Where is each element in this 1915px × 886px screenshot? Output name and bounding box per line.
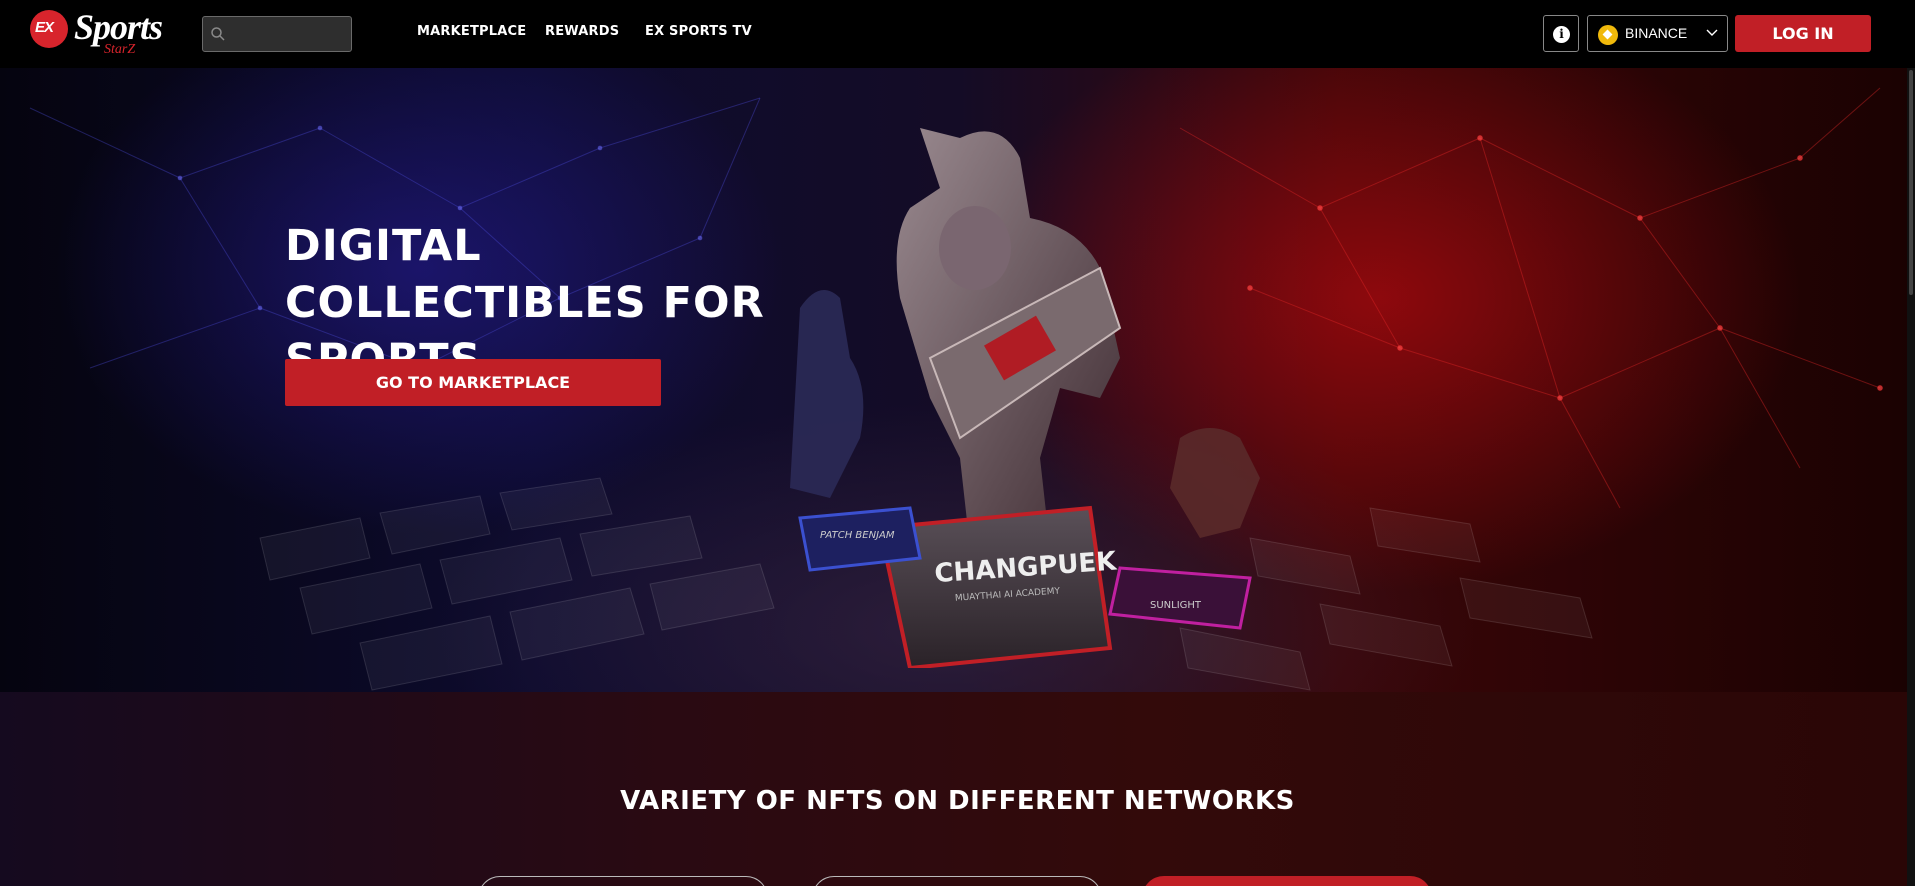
hero-title-line-1: DIGITAL COLLECTIBLES FOR xyxy=(285,221,765,328)
nav-marketplace[interactable]: MARKETPLACE xyxy=(417,24,526,39)
nav-ex-sports-tv[interactable]: EX SPORTS TV xyxy=(645,24,752,39)
search-icon xyxy=(211,27,225,41)
chevron-down-icon xyxy=(1706,29,1718,36)
info-icon: i xyxy=(1553,26,1570,43)
networks-section-title: VARIETY OF NFTS ON DIFFERENT NETWORKS xyxy=(620,786,1295,816)
network-select[interactable]: BINANCE xyxy=(1587,15,1728,52)
hero-banner: CHANGPUEK MUAYTHAI AI ACADEMY PATCH BENJ… xyxy=(0,68,1915,692)
network-tab-2[interactable] xyxy=(812,876,1102,886)
right-card-name: SUNLIGHT xyxy=(1150,600,1202,611)
logo-mark-text: EX xyxy=(35,19,54,36)
logo-mark-icon: EX xyxy=(30,10,68,48)
page-scrollbar-thumb[interactable] xyxy=(1909,70,1913,295)
network-tab-1[interactable] xyxy=(478,876,768,886)
logo-subtitle: StarZ xyxy=(104,42,136,57)
network-tab-3[interactable] xyxy=(1142,876,1432,886)
network-label: BINANCE xyxy=(1625,25,1688,41)
nav-rewards[interactable]: REWARDS xyxy=(545,24,619,39)
logo[interactable]: EX Sports StarZ xyxy=(30,7,180,60)
info-button[interactable]: i xyxy=(1543,15,1579,52)
search-input[interactable] xyxy=(229,21,347,47)
top-nav: EX Sports StarZ MARKETPLACE REWARDS EX S… xyxy=(0,0,1915,68)
search-box[interactable] xyxy=(202,16,352,52)
binance-icon xyxy=(1598,25,1618,45)
networks-section: VARIETY OF NFTS ON DIFFERENT NETWORKS xyxy=(0,692,1915,886)
go-to-marketplace-button[interactable]: GO TO MARKETPLACE xyxy=(285,359,661,406)
left-card-name: PATCH BENJAM xyxy=(820,530,895,541)
login-button[interactable]: LOG IN xyxy=(1735,15,1871,52)
